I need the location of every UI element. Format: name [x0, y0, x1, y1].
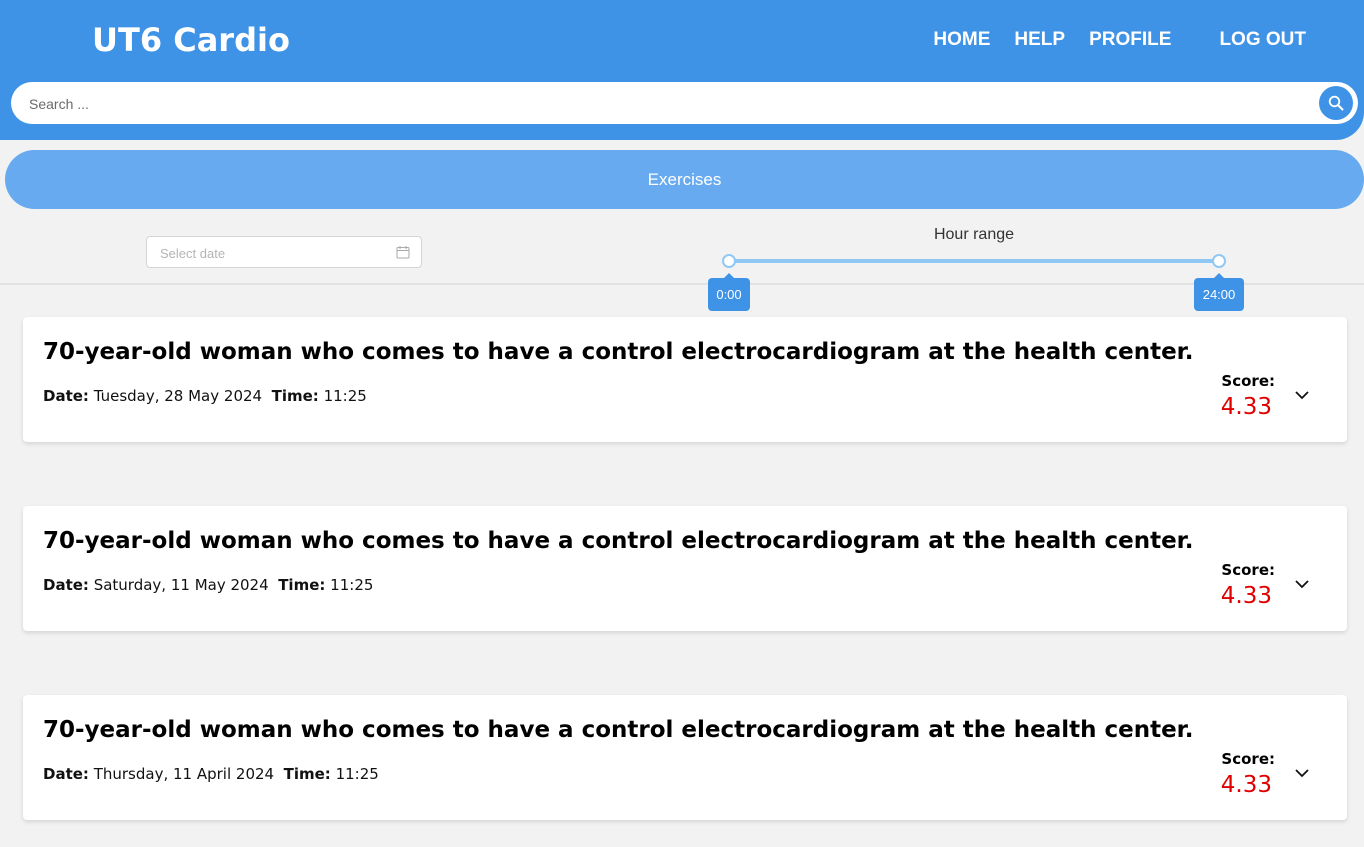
search-bar — [11, 82, 1358, 124]
date-label: Date: — [43, 765, 89, 783]
search-button[interactable] — [1319, 86, 1353, 120]
hour-range-min-handle[interactable] — [722, 254, 736, 268]
nav-home[interactable]: HOME — [933, 28, 990, 52]
nav-profile[interactable]: PROFILE — [1089, 28, 1171, 52]
search-input[interactable] — [27, 92, 1311, 116]
score-label: Score: — [1221, 372, 1275, 390]
exercise-time: 11:25 — [323, 387, 367, 405]
calendar-icon — [396, 246, 410, 259]
app-header: UT6 Cardio HOME HELP PROFILE LOG OUT — [0, 0, 1364, 140]
exercise-title: 70-year-old woman who comes to have a co… — [43, 717, 1194, 743]
chevron-down-icon[interactable] — [1294, 387, 1310, 403]
score-label: Score: — [1221, 561, 1275, 579]
main-nav: HOME HELP PROFILE LOG OUT — [933, 28, 1306, 52]
hour-range-slider[interactable] — [729, 259, 1219, 263]
score-label: Score: — [1221, 750, 1275, 768]
exercise-card[interactable]: 70-year-old woman who comes to have a co… — [23, 695, 1347, 820]
score-value: 4.33 — [1220, 772, 1272, 798]
exercise-card[interactable]: 70-year-old woman who comes to have a co… — [23, 506, 1347, 631]
nav-logout[interactable]: LOG OUT — [1219, 28, 1306, 52]
date-label: Date: — [43, 576, 89, 594]
exercise-time: 11:25 — [330, 576, 374, 594]
app-title: UT6 Cardio — [92, 21, 290, 59]
exercise-date: Saturday, 11 May 2024 — [93, 576, 269, 594]
exercise-title: 70-year-old woman who comes to have a co… — [43, 339, 1194, 365]
search-icon — [1328, 95, 1344, 111]
tab-exercises[interactable]: Exercises — [5, 150, 1364, 209]
filter-bar: Hour range 0:00 24:00 — [0, 218, 1364, 311]
time-label: Time: — [271, 387, 319, 405]
score-value: 4.33 — [1220, 394, 1272, 420]
exercise-time: 11:25 — [335, 765, 379, 783]
exercise-title: 70-year-old woman who comes to have a co… — [43, 528, 1194, 554]
nav-help[interactable]: HELP — [1014, 28, 1065, 52]
date-picker[interactable] — [146, 236, 422, 268]
exercise-meta: Date: Saturday, 11 May 2024 Time: 11:25 — [43, 576, 373, 594]
chevron-down-icon[interactable] — [1294, 576, 1310, 592]
tab-exercises-label: Exercises — [647, 169, 722, 189]
exercise-card[interactable]: 70-year-old woman who comes to have a co… — [23, 317, 1347, 442]
exercise-date: Thursday, 11 April 2024 — [93, 765, 275, 783]
time-label: Time: — [278, 576, 326, 594]
date-input[interactable] — [158, 243, 382, 263]
exercise-date: Tuesday, 28 May 2024 — [93, 387, 263, 405]
hour-range-label: Hour range — [933, 226, 1015, 243]
exercise-meta: Date: Thursday, 11 April 2024 Time: 11:2… — [43, 765, 379, 783]
hour-range-max-handle[interactable] — [1212, 254, 1226, 268]
hour-range-min-tooltip: 0:00 — [708, 273, 750, 311]
date-label: Date: — [43, 387, 89, 405]
time-label: Time: — [283, 765, 331, 783]
chevron-down-icon[interactable] — [1294, 765, 1310, 781]
exercise-meta: Date: Tuesday, 28 May 2024 Time: 11:25 — [43, 387, 367, 405]
hour-range-max-tooltip: 24:00 — [1194, 273, 1244, 311]
score-value: 4.33 — [1220, 583, 1272, 609]
